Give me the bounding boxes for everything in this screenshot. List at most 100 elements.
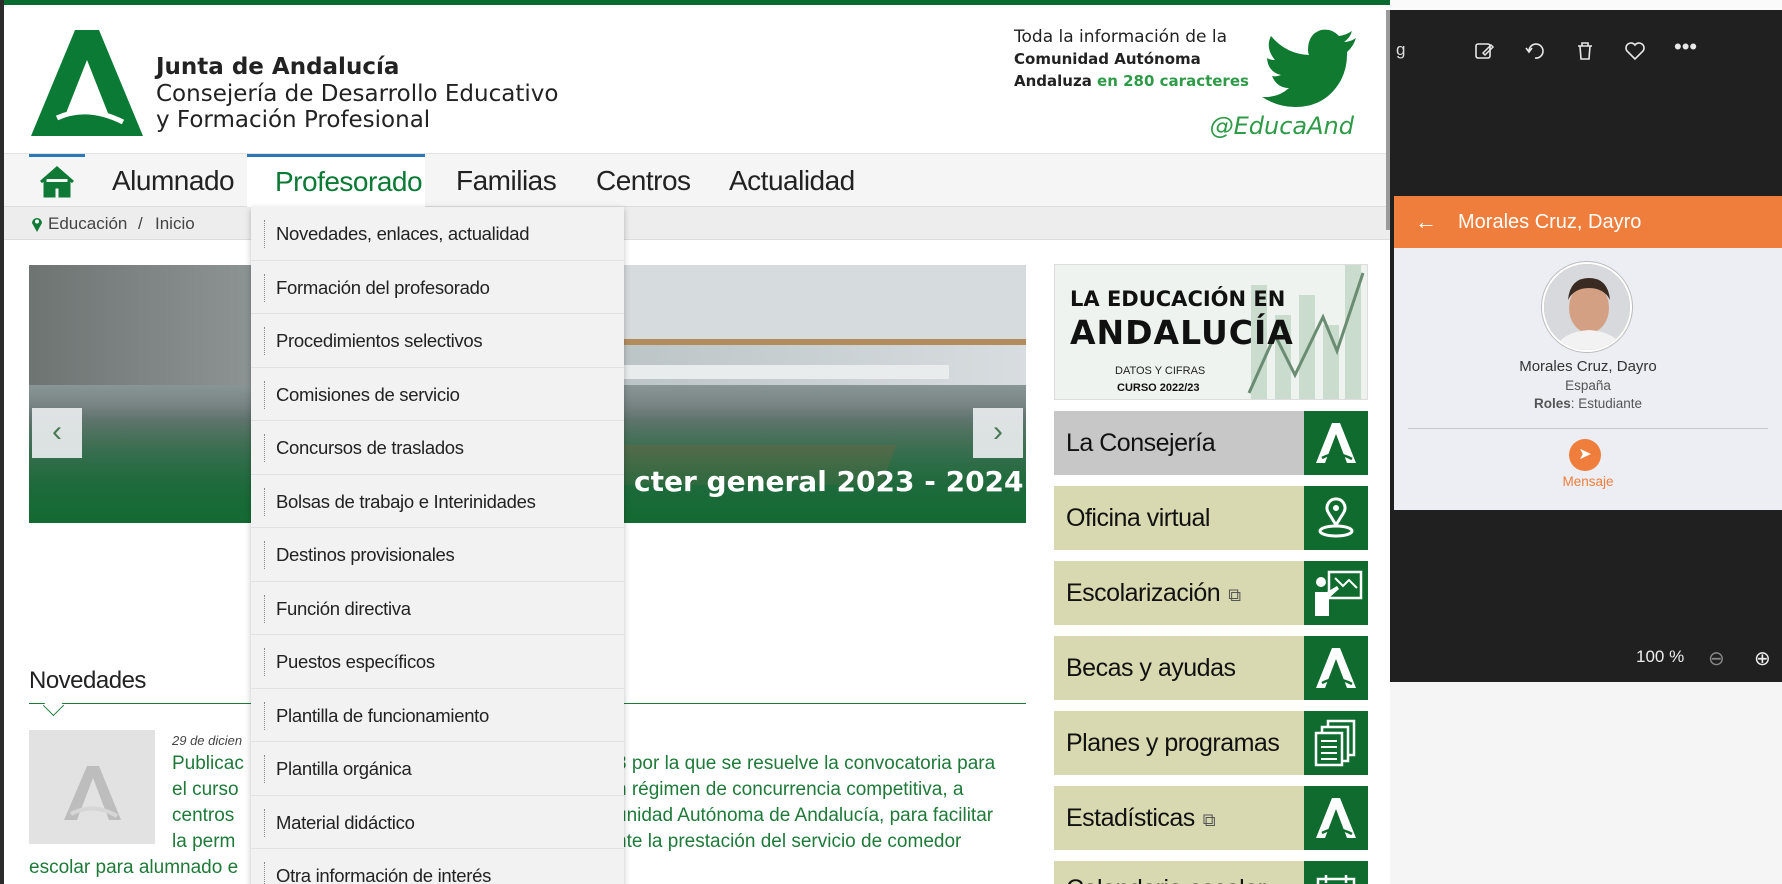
menu-item-material[interactable]: Material didáctico <box>251 796 624 849</box>
menu-item-novedades[interactable]: Novedades, enlaces, actualidad <box>251 207 624 261</box>
news-text-line[interactable]: unidad Autónoma de Andalucía, para facil… <box>616 805 993 827</box>
contact-name: Morales Cruz, Dayro <box>1519 358 1657 375</box>
news-text-line[interactable]: 3 por la que se resuelve la convocatoria… <box>616 753 995 775</box>
news-text-line[interactable]: Publicac <box>172 753 244 775</box>
news-text-line[interactable]: nte la prestación del servicio de comedo… <box>616 831 961 853</box>
nav-familias[interactable]: Familias <box>456 154 557 208</box>
calendar-icon <box>1304 861 1368 884</box>
external-link-icon: ⧉ <box>1202 810 1216 830</box>
menu-item-comisiones[interactable]: Comisiones de servicio <box>251 368 624 421</box>
nav-alumnado[interactable]: Alumnado <box>112 154 235 208</box>
news-thumbnail[interactable] <box>29 730 155 844</box>
menu-item-bolsas[interactable]: Bolsas de trabajo e Interinidades <box>251 475 624 528</box>
twitter-line3a: Andaluza <box>1014 72 1092 90</box>
news-text-line[interactable]: la perm <box>172 831 235 853</box>
menu-item-puestos[interactable]: Puestos específicos <box>251 635 624 689</box>
breadcrumb-educacion[interactable]: Educación <box>48 207 127 240</box>
tile-la-consejeria[interactable]: La Consejería <box>1054 411 1368 475</box>
twitter-line2: Comunidad Autónoma <box>1014 50 1201 68</box>
contact-roles: Roles: Estudiante <box>1394 396 1782 411</box>
carousel-next-button[interactable]: › <box>973 408 1023 458</box>
viewer-file-label: g <box>1396 40 1406 59</box>
zoom-level: 100 % <box>1636 647 1685 666</box>
favorite-heart-icon[interactable] <box>1624 40 1646 62</box>
nav-profesorado[interactable]: Profesorado <box>247 154 425 208</box>
twitter-line1: Toda la información de la <box>1014 27 1228 47</box>
menu-item-otra-informacion[interactable]: Otra información de interés <box>251 849 624 884</box>
external-link-icon: ⧉ <box>1228 585 1241 605</box>
breadcrumb-separator: / <box>138 214 143 233</box>
contact-header-name: Morales Cruz, Dayro <box>1458 210 1642 233</box>
brand-subtitle-line1: Consejería de Desarrollo Educativo <box>156 81 559 107</box>
menu-item-destinos[interactable]: Destinos provisionales <box>251 528 624 582</box>
tile-calendario-escolar[interactable]: Calendario escolar ⧉ <box>1054 861 1368 884</box>
zoom-out-icon[interactable]: ⊖ <box>1708 646 1725 671</box>
browser-window: Junta de Andalucía Consejería de Desarro… <box>4 0 1390 884</box>
location-pin-icon <box>32 218 42 232</box>
junta-logo-icon <box>1304 411 1368 475</box>
tile-label: La Consejería <box>1066 429 1216 457</box>
menu-item-plantilla-organica[interactable]: Plantilla orgánica <box>251 742 624 796</box>
junta-andalucia-logo[interactable] <box>31 30 143 136</box>
tile-label: Oficina virtual <box>1066 504 1210 532</box>
menu-item-concursos[interactable]: Concursos de traslados <box>251 421 624 475</box>
tile-label-text: Calendario escolar <box>1066 875 1266 884</box>
menu-item-plantilla-funcionamiento[interactable]: Plantilla de funcionamiento <box>251 689 624 742</box>
message-label[interactable]: Mensaje <box>1394 474 1782 489</box>
back-arrow-icon[interactable]: ← <box>1394 209 1458 235</box>
menu-item-procedimientos[interactable]: Procedimientos selectivos <box>251 314 624 368</box>
carousel-caption[interactable]: cter general 2023 - 2024 » <box>634 465 1026 498</box>
roles-label: Roles <box>1533 396 1571 411</box>
rotate-icon[interactable] <box>1524 40 1546 62</box>
zoom-in-icon[interactable]: ⊕ <box>1754 646 1771 671</box>
carousel-prev-button[interactable]: ‹ <box>32 408 82 458</box>
news-date: 29 de dicien <box>172 733 243 748</box>
news-text-line[interactable]: escolar para alumnado e <box>29 857 238 879</box>
brand-subtitle-line2: y Formación Profesional <box>156 107 431 133</box>
contact-country: España <box>1565 378 1611 393</box>
twitter-handle: @EducaAnd <box>1209 112 1354 140</box>
tile-label-text: Escolarización <box>1066 579 1221 607</box>
teacher-board-icon <box>1304 561 1368 625</box>
delete-icon[interactable] <box>1574 40 1596 62</box>
banner-line4: CURSO 2022/23 <box>1117 382 1200 394</box>
site-header: Junta de Andalucía Consejería de Desarro… <box>4 10 1390 153</box>
twitter-banner[interactable]: Toda la información de la Comunidad Autó… <box>1014 26 1364 146</box>
tile-label: Calendario escolar ⧉ <box>1066 857 1286 884</box>
photo-viewer-app: g ••• ← Morales Cruz, Dayro Morales Cruz… <box>1390 0 1782 884</box>
tile-label: Planes y programas <box>1066 729 1280 757</box>
tile-escolarizacion[interactable]: Escolarización ⧉ <box>1054 561 1368 625</box>
news-text-line[interactable]: n régimen de concurrencia competitiva, a <box>616 779 963 801</box>
window-scrollbar[interactable] <box>1386 10 1390 230</box>
menu-item-funcion-directiva[interactable]: Función directiva <box>251 582 624 635</box>
edit-image-icon[interactable] <box>1474 40 1496 62</box>
more-options-icon[interactable]: ••• <box>1674 36 1697 62</box>
twitter-bird-icon <box>1262 29 1356 108</box>
junta-logo-icon <box>1304 636 1368 700</box>
tile-estadisticas[interactable]: Estadísticas ⧉ <box>1054 786 1368 850</box>
send-message-icon[interactable]: ➤ <box>1569 439 1601 471</box>
brand-subtitle: Consejería de Desarrollo Educativo y For… <box>156 81 558 133</box>
news-text-line[interactable]: el curso <box>172 779 239 801</box>
news-text-line[interactable]: centros <box>172 805 234 827</box>
home-icon <box>40 166 74 198</box>
contact-card-header: ← Morales Cruz, Dayro <box>1394 196 1782 248</box>
profesorado-dropdown-menu: Novedades, enlaces, actualidad Formación… <box>251 207 624 884</box>
menu-item-formacion[interactable]: Formación del profesorado <box>251 261 624 314</box>
breadcrumb-inicio: Inicio <box>155 214 195 233</box>
nav-actualidad[interactable]: Actualidad <box>729 154 855 208</box>
tile-planes-y-programas[interactable]: Planes y programas <box>1054 711 1368 775</box>
main-nav: Alumnado Profesorado Familias Centros Ac… <box>4 153 1390 208</box>
banner-line3: DATOS Y CIFRAS <box>1115 365 1206 377</box>
roles-value: : Estudiante <box>1570 396 1643 411</box>
viewer-toolbar: g ••• <box>1390 10 1782 82</box>
tile-oficina-virtual[interactable]: Oficina virtual <box>1054 486 1368 550</box>
zoom-bar: 100 % ⊖ ⊕ <box>1390 632 1782 682</box>
location-pin-icon <box>1304 486 1368 550</box>
viewer-top-strip <box>1390 0 1782 10</box>
tile-becas-y-ayudas[interactable]: Becas y ayudas <box>1054 636 1368 700</box>
home-button[interactable] <box>29 154 85 208</box>
education-stats-banner[interactable]: LA EDUCACIÓN EN ANDALUCÍA DATOS Y CIFRAS… <box>1054 264 1368 400</box>
nav-centros[interactable]: Centros <box>596 154 691 208</box>
documents-icon <box>1304 711 1368 775</box>
